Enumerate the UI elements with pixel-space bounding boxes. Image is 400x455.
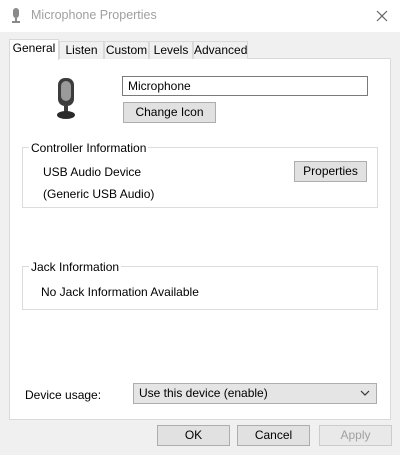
- apply-button[interactable]: Apply: [319, 425, 392, 446]
- ok-button[interactable]: OK: [157, 425, 230, 446]
- tab-advanced[interactable]: Advanced: [193, 41, 248, 59]
- properties-label: Properties: [303, 164, 358, 178]
- change-icon-button[interactable]: Change Icon: [123, 102, 216, 123]
- tab-custom-label: Custom: [105, 43, 148, 57]
- device-usage-select[interactable]: Use this device (enable): [133, 383, 377, 404]
- tab-advanced-label: Advanced: [194, 43, 248, 57]
- tab-listen[interactable]: Listen: [59, 41, 104, 59]
- microphone-device-icon: [57, 78, 75, 119]
- controller-driver-name: (Generic USB Audio): [43, 187, 155, 201]
- tab-general[interactable]: General: [9, 39, 59, 60]
- jack-information-title: Jack Information: [29, 260, 122, 274]
- tab-levels[interactable]: Levels: [149, 41, 193, 59]
- properties-button[interactable]: Properties: [294, 161, 367, 182]
- tab-custom[interactable]: Custom: [104, 41, 149, 59]
- controller-information-title: Controller Information: [29, 141, 149, 155]
- apply-label: Apply: [340, 428, 371, 442]
- window-title: Microphone Properties: [31, 8, 157, 22]
- microphone-icon: [12, 8, 20, 23]
- device-usage-value: Use this device (enable): [139, 386, 268, 400]
- cancel-button[interactable]: Cancel: [237, 425, 310, 446]
- device-usage-label: Device usage:: [25, 388, 102, 402]
- close-button[interactable]: [370, 4, 394, 28]
- controller-device-name: USB Audio Device: [43, 165, 142, 179]
- chevron-down-icon: [360, 390, 370, 396]
- tab-levels-label: Levels: [153, 43, 189, 57]
- cancel-label: Cancel: [254, 428, 293, 442]
- ok-label: OK: [184, 428, 203, 442]
- tab-general-label: General: [12, 41, 56, 55]
- jack-status-text: No Jack Information Available: [41, 285, 199, 299]
- title-bar: Microphone Properties: [0, 0, 400, 32]
- device-name-input[interactable]: [122, 76, 368, 96]
- change-icon-label: Change Icon: [135, 105, 204, 119]
- close-icon: [376, 10, 388, 22]
- tab-listen-label: Listen: [65, 43, 98, 57]
